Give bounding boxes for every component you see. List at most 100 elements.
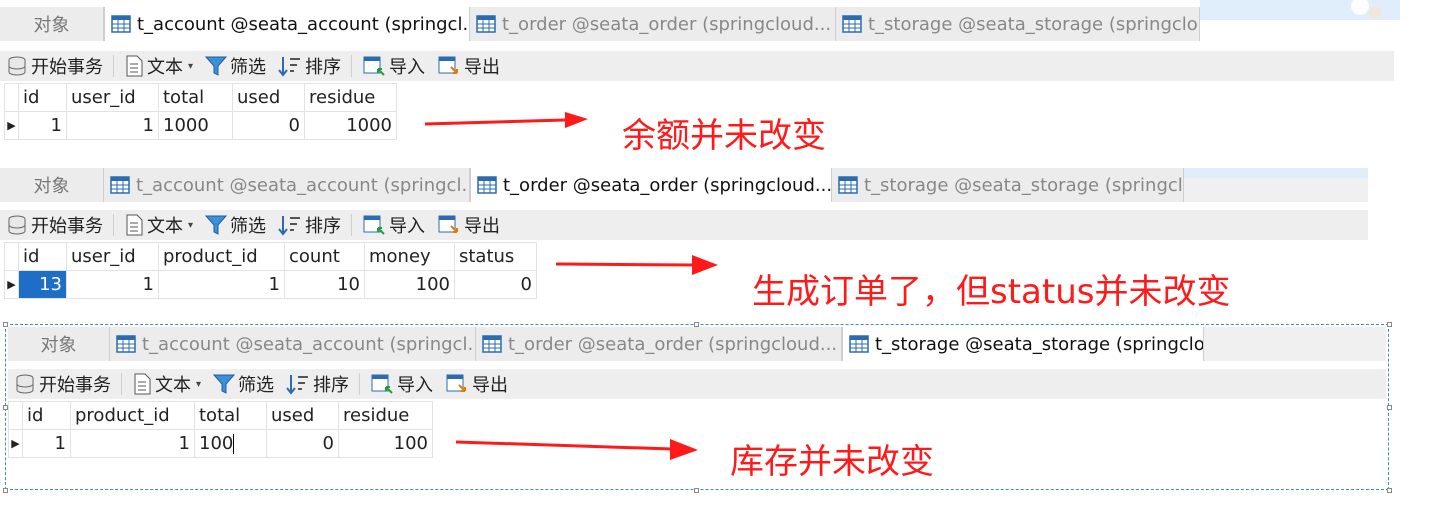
column-header[interactable]: residue <box>338 401 433 430</box>
tab-label: t_order @seata_order (springcloud... <box>503 174 832 196</box>
dropdown-arrow-icon: ▾ <box>188 60 194 72</box>
grid-cell[interactable]: 1 <box>70 429 195 458</box>
text-caret <box>233 434 235 454</box>
grid-cell[interactable]: 1000 <box>304 111 397 140</box>
tab-t-order[interactable]: t_order @seata_order (springcloud... <box>470 7 836 41</box>
cell-value: 100 <box>199 433 234 454</box>
sort-button[interactable]: 排序 <box>280 371 355 397</box>
tab-objects[interactable]: 对象 <box>8 327 110 361</box>
text-view-button[interactable]: 文本 ▾ <box>118 212 199 238</box>
table-row[interactable]: ▶ 13 1 1 10 100 0 <box>4 270 537 299</box>
button-label: 排序 <box>313 375 350 396</box>
import-button[interactable]: 导入 <box>356 212 431 238</box>
column-header[interactable]: product_id <box>70 401 195 430</box>
tab-t-order[interactable]: t_order @seata_order (springcloud... <box>476 327 842 361</box>
grid-cell[interactable]: 1 <box>66 270 159 299</box>
column-header[interactable]: used <box>266 401 339 430</box>
import-button[interactable]: 导入 <box>364 371 439 397</box>
column-header[interactable]: user_id <box>66 83 159 112</box>
resize-handle[interactable] <box>1387 488 1392 493</box>
sort-button[interactable]: 排序 <box>272 212 347 238</box>
filter-button[interactable]: 筛选 <box>199 212 272 238</box>
data-grid: id product_id total used residue ▶ 1 1 1… <box>8 401 433 458</box>
tab-t-storage[interactable]: t_storage @seata_storage (springclo... <box>836 7 1200 41</box>
resize-handle[interactable] <box>1387 322 1392 327</box>
column-header[interactable]: total <box>194 401 267 430</box>
resize-handle[interactable] <box>1387 405 1392 410</box>
filter-button[interactable]: 筛选 <box>207 371 280 397</box>
grid-cell[interactable]: 0 <box>232 111 305 140</box>
button-label: 导出 <box>472 375 509 396</box>
button-label: 排序 <box>305 57 342 78</box>
column-header[interactable]: total <box>158 83 233 112</box>
begin-transaction-button[interactable]: 开始事务 <box>0 53 109 79</box>
toolbar-divider <box>113 214 114 236</box>
column-header[interactable]: id <box>22 401 71 430</box>
table-row[interactable]: ▶ 1 1 100 0 100 <box>8 429 433 458</box>
grid-cell[interactable]: 1 <box>18 111 67 140</box>
button-label: 导出 <box>464 57 501 78</box>
column-header[interactable]: residue <box>304 83 397 112</box>
tab-t-storage[interactable]: t_storage @seata_storage (springclo... <box>832 168 1184 202</box>
grid-cell[interactable]: 1 <box>158 270 285 299</box>
grid-cell[interactable]: 1 <box>66 111 159 140</box>
toolbar: 开始事务 文本 ▾ 筛选 排序 导入 导出 <box>8 369 1386 399</box>
table-icon <box>111 15 131 33</box>
resize-handle[interactable] <box>3 488 8 493</box>
table-icon <box>476 15 496 33</box>
tab-t-storage[interactable]: t_storage @seata_storage (springclo... <box>842 327 1204 361</box>
grid-cell[interactable]: 1 <box>22 429 71 458</box>
tab-label: t_account @seata_account (springcl... <box>142 333 476 355</box>
sort-button[interactable]: 排序 <box>272 53 347 79</box>
tab-label: t_storage @seata_storage (springclo... <box>868 13 1200 35</box>
grid-cell[interactable]: 13 <box>18 270 67 299</box>
grid-cell[interactable]: 100 <box>364 270 455 299</box>
column-header[interactable]: money <box>364 242 455 271</box>
column-header[interactable]: id <box>18 242 67 271</box>
button-label: 开始事务 <box>31 216 103 237</box>
export-button[interactable]: 导出 <box>431 53 506 79</box>
grid-cell[interactable]: 100 <box>338 429 433 458</box>
resize-handle[interactable] <box>694 488 699 493</box>
grid-cell[interactable]: 0 <box>266 429 339 458</box>
export-button[interactable]: 导出 <box>439 371 514 397</box>
tab-t-order[interactable]: t_order @seata_order (springcloud... <box>470 168 832 202</box>
toolbar-divider <box>113 55 114 77</box>
funnel-icon <box>205 56 228 76</box>
grid-cell[interactable]: 0 <box>454 270 537 299</box>
tab-t-account[interactable]: t_account @seata_account (springcl... <box>104 168 470 202</box>
row-header-corner <box>4 83 19 112</box>
sort-icon <box>278 57 301 77</box>
text-view-button[interactable]: 文本 ▾ <box>126 371 207 397</box>
tab-bar: 对象 t_account @seata_account (springcl...… <box>0 168 1368 202</box>
grid-cell-editing[interactable]: 100 <box>194 429 267 458</box>
table-icon <box>110 176 130 194</box>
dropdown-arrow-icon: ▾ <box>188 219 194 231</box>
import-button[interactable]: 导入 <box>356 53 431 79</box>
column-header[interactable]: count <box>284 242 365 271</box>
begin-transaction-button[interactable]: 开始事务 <box>0 212 109 238</box>
toolbar-divider <box>359 373 361 395</box>
grid-cell[interactable]: 1000 <box>158 111 233 140</box>
tab-label: 对象 <box>33 176 70 197</box>
row-pointer-icon: ▶ <box>4 111 19 140</box>
tab-t-account[interactable]: t_account @seata_account (springcl... <box>104 7 470 41</box>
tab-objects[interactable]: 对象 <box>0 168 104 202</box>
export-button[interactable]: 导出 <box>431 212 506 238</box>
tab-objects[interactable]: 对象 <box>0 7 104 41</box>
begin-transaction-button[interactable]: 开始事务 <box>8 371 117 397</box>
column-header[interactable]: status <box>454 242 537 271</box>
decorative-banner <box>1184 168 1368 178</box>
column-header[interactable]: product_id <box>158 242 285 271</box>
column-header[interactable]: id <box>18 83 67 112</box>
column-header[interactable]: used <box>232 83 305 112</box>
text-view-button[interactable]: 文本 ▾ <box>118 53 199 79</box>
column-header[interactable]: user_id <box>66 242 159 271</box>
data-grid: id user_id total used residue ▶ 1 1 1000… <box>4 83 397 140</box>
tab-t-account[interactable]: t_account @seata_account (springcl... <box>110 327 476 361</box>
document-icon <box>126 55 143 77</box>
table-icon <box>482 335 502 353</box>
grid-cell[interactable]: 10 <box>284 270 365 299</box>
table-row[interactable]: ▶ 1 1 1000 0 1000 <box>4 111 397 140</box>
filter-button[interactable]: 筛选 <box>199 53 272 79</box>
